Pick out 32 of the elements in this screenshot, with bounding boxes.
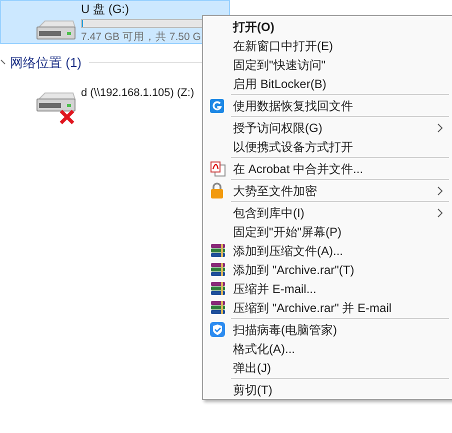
menu-item[interactable]: 在 Acrobat 中合并文件...	[203, 159, 452, 178]
menu-item[interactable]: 启用 BitLocker(B)	[203, 74, 452, 93]
menu-item[interactable]: 大势至文件加密	[203, 181, 452, 200]
menu-item[interactable]: 压缩到 "Archive.rar" 并 E-mail	[203, 298, 452, 317]
menu-item[interactable]: 压缩并 E-mail...	[203, 279, 452, 298]
menu-item[interactable]: 添加到压缩文件(A)...	[203, 241, 452, 260]
menu-item[interactable]: 固定到"快速访问"	[203, 55, 452, 74]
menu-item[interactable]: 授予访问权限(G)	[203, 118, 452, 137]
drive-icon	[35, 19, 77, 41]
network-drive-name[interactable]: d (\\192.168.1.105) (Z:)	[81, 84, 194, 101]
disconnected-drive-icon	[35, 90, 77, 124]
menu-item[interactable]: 扫描病毒(电脑管家)	[203, 320, 452, 339]
shield-icon	[210, 322, 225, 337]
menu-item[interactable]: 包含到库中(I)	[203, 203, 452, 222]
menu-item[interactable]: 以便携式设备方式打开	[203, 137, 452, 156]
free-space-text: 7.47 GB 可用，共 7.50 G	[81, 30, 202, 44]
drive-tile[interactable]: U 盘 (G:) 7.47 GB 可用，共 7.50 G	[0, 0, 230, 44]
menu-item[interactable]: 使用数据恢复找回文件	[203, 96, 452, 115]
books-stack-icon	[210, 243, 226, 258]
menu-item[interactable]: 弹出(J)	[203, 358, 452, 377]
menu-item[interactable]: 剪切(T)	[203, 380, 452, 399]
section-header: 网络位置 (1)	[10, 54, 82, 72]
documents-icon	[210, 160, 226, 176]
g-logo-icon	[210, 98, 224, 112]
menu-item[interactable]: 添加到 "Archive.rar"(T)	[203, 260, 452, 279]
padlock-icon	[210, 182, 224, 199]
books-stack-icon	[210, 262, 226, 277]
books-stack-icon	[210, 281, 226, 296]
books-stack-icon	[210, 300, 226, 315]
menu-item[interactable]: 固定到"开始"屏幕(P)	[203, 222, 452, 241]
drive-name: U 盘 (G:)	[81, 2, 130, 17]
menu-item[interactable]: 格式化(A)...	[203, 339, 452, 358]
